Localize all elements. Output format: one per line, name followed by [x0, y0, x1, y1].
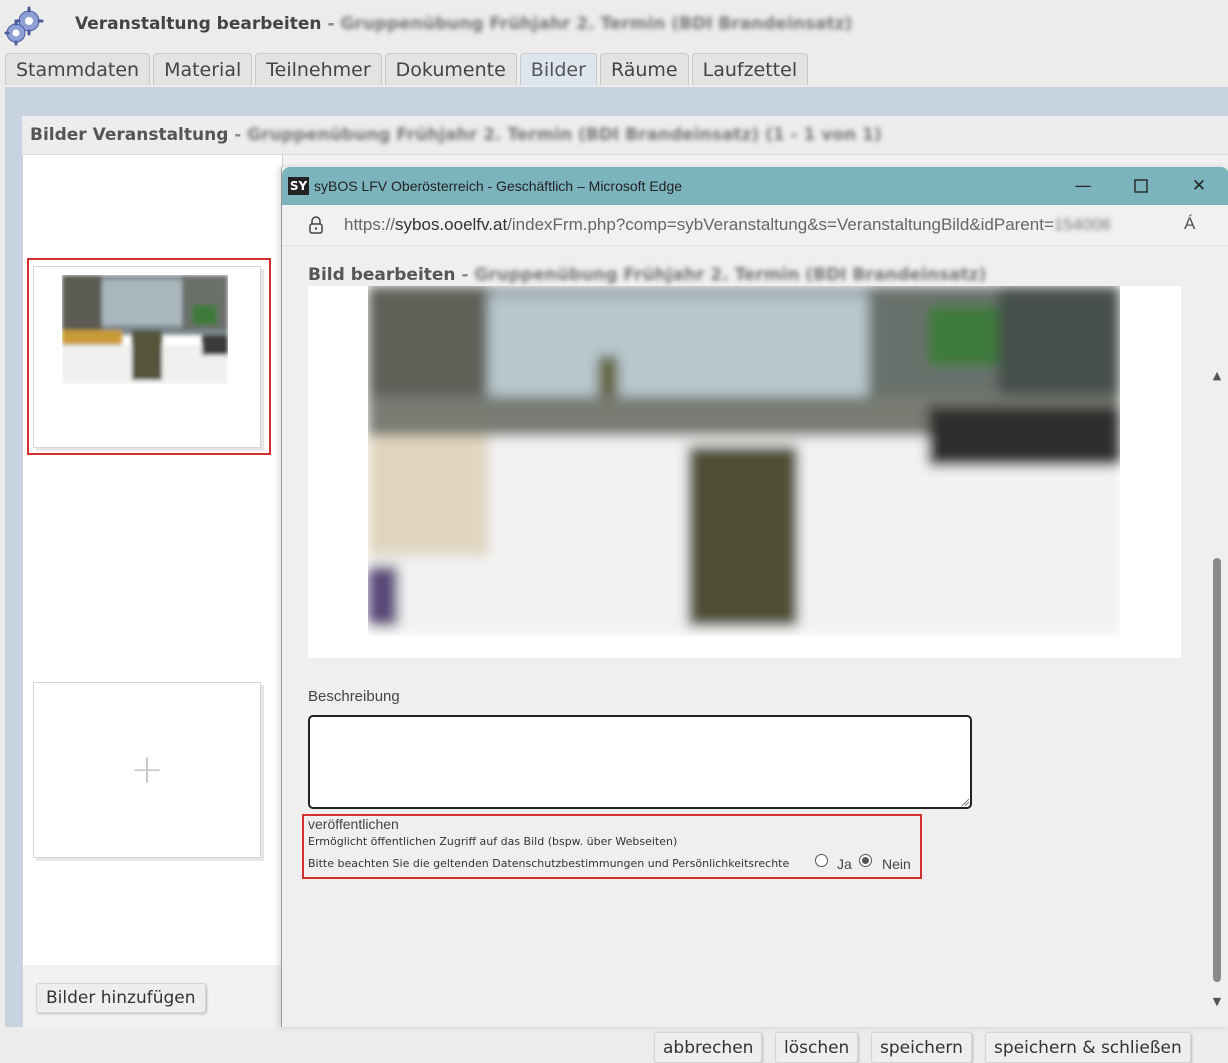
popup-titlebar[interactable]: SY syBOS LFV Oberösterreich - Geschäftli… [282, 167, 1228, 205]
delete-button[interactable]: löschen [775, 1032, 859, 1063]
save-and-close-button[interactable]: speichern & schließen [985, 1032, 1191, 1063]
edge-popup-window: SY syBOS LFV Oberösterreich - Geschäftli… [281, 167, 1228, 1063]
add-images-button[interactable]: Bilder hinzufügen [36, 983, 206, 1013]
images-panel-title-text: Bilder Veranstaltung [30, 125, 229, 145]
images-panel-title: Bilder Veranstaltung - Gruppenübung Früh… [30, 125, 882, 145]
url-prefix: https:// [344, 215, 396, 234]
image-edit-title: Bild bearbeiten - Gruppenübung Frühjahr … [308, 265, 986, 285]
popup-window-title: syBOS LFV Oberösterreich - Geschäftlich … [314, 178, 683, 194]
tab-stammdaten[interactable]: Stammdaten [5, 53, 151, 85]
read-aloud-icon[interactable]: Á [1184, 214, 1195, 234]
image-edit-title-detail: Gruppenübung Frühjahr 2. Termin (BDI Bra… [474, 265, 987, 285]
image-edit-title-separator: - [461, 265, 469, 285]
tab-material[interactable]: Material [153, 53, 253, 85]
tab-teilnehmer[interactable]: Teilnehmer [255, 53, 382, 85]
thumbnail-highlight-box [27, 258, 271, 455]
publish-highlight-box [302, 814, 922, 879]
add-image-tile[interactable]: + [33, 682, 261, 858]
scrollbar-thumb[interactable] [1213, 558, 1221, 982]
tab-bilder[interactable]: Bilder [519, 53, 597, 85]
minimize-icon[interactable]: — [1068, 173, 1098, 199]
popup-scrollbar[interactable]: ▲ ▼ [1210, 368, 1224, 1010]
tab-dokumente[interactable]: Dokumente [384, 53, 517, 85]
images-panel-header: Bilder Veranstaltung - Gruppenübung Früh… [22, 116, 1228, 155]
images-panel-title-separator: - [234, 125, 242, 145]
page-title-separator: - [327, 14, 335, 34]
page-title-detail: Gruppenübung Frühjahr 2. Termin (BDI Bra… [340, 14, 853, 34]
save-button[interactable]: speichern [871, 1032, 972, 1063]
image-edit-title-text: Bild bearbeiten [308, 265, 456, 285]
url-blurred-tail: 154008 [1053, 215, 1111, 234]
tab-laufzettel[interactable]: Laufzettel [691, 53, 809, 85]
scroll-up-arrow-icon[interactable]: ▲ [1210, 368, 1224, 382]
lock-icon[interactable] [308, 216, 324, 234]
description-textarea[interactable] [308, 715, 972, 809]
page-title-text: Veranstaltung bearbeiten [75, 14, 322, 34]
page-title: Veranstaltung bearbeiten - Gruppenübung … [75, 14, 852, 34]
sybos-logo-icon: SY [288, 177, 309, 195]
resize-grip-icon[interactable] [960, 797, 970, 807]
maximize-icon[interactable] [1126, 173, 1156, 199]
url-host: sybos.ooelfv.at [395, 215, 508, 234]
url-path: /indexFrm.php?comp=sybVeranstaltung&s=Ve… [507, 215, 1054, 234]
description-label: Beschreibung [308, 688, 400, 705]
image-preview [368, 286, 1120, 636]
address-bar[interactable]: https://sybos.ooelfv.at/indexFrm.php?com… [282, 205, 1228, 246]
plus-icon: + [130, 747, 164, 793]
settings-gear-icon [4, 6, 44, 46]
cancel-button[interactable]: abbrechen [654, 1032, 763, 1063]
image-edit-form: Bild bearbeiten - Gruppenübung Frühjahr … [282, 246, 1228, 1063]
tab-bar: Stammdaten Material Teilnehmer Dokumente… [5, 53, 809, 87]
images-panel-title-detail: Gruppenübung Frühjahr 2. Termin (BDI Bra… [247, 125, 882, 145]
tab-raeume[interactable]: Räume [599, 53, 689, 85]
image-preview-area [308, 286, 1181, 658]
close-icon[interactable]: ✕ [1184, 173, 1214, 199]
url-text[interactable]: https://sybos.ooelfv.at/indexFrm.php?com… [344, 215, 1111, 235]
scroll-down-arrow-icon[interactable]: ▼ [1210, 994, 1224, 1008]
